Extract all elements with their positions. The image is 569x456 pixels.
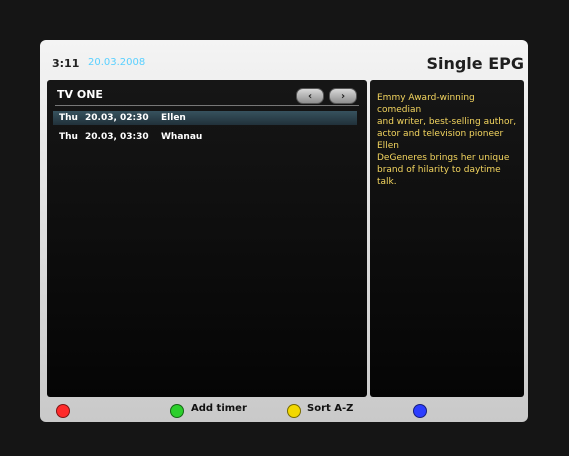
previous-channel-button[interactable]: ‹ — [296, 88, 324, 104]
program-title: Ellen — [161, 113, 186, 123]
program-title: Whanau — [161, 132, 203, 142]
program-row[interactable]: Thu 20.03, 03:30 Whanau — [53, 130, 357, 144]
program-day: Thu — [59, 113, 78, 123]
program-time: 20.03, 02:30 — [85, 113, 149, 123]
program-list-panel: TV ONE ‹ › Thu 20.03, 02:30 Ellen Thu 20… — [47, 80, 367, 397]
sort-a-z-label[interactable]: Sort A-Z — [307, 403, 353, 414]
program-row[interactable]: Thu 20.03, 02:30 Ellen — [53, 111, 357, 125]
next-channel-button[interactable]: › — [329, 88, 357, 104]
add-timer-label[interactable]: Add timer — [191, 403, 247, 414]
program-description-panel: Emmy Award-winning comedian and writer, … — [370, 80, 524, 397]
blue-key-button[interactable] — [413, 404, 427, 418]
chevron-left-icon: ‹ — [307, 90, 313, 102]
list-divider — [55, 105, 359, 106]
red-key-button[interactable] — [56, 404, 70, 418]
header-date: 20.03.2008 — [88, 57, 146, 68]
program-description: Emmy Award-winning comedian and writer, … — [377, 93, 517, 187]
green-key-button[interactable] — [170, 404, 184, 418]
channel-name: TV ONE — [57, 88, 103, 101]
color-key-bar: Add timer Sort A-Z — [40, 399, 528, 421]
clock-time: 3:11 — [52, 57, 80, 70]
program-day: Thu — [59, 132, 78, 142]
chevron-right-icon: › — [340, 90, 346, 102]
program-time: 20.03, 03:30 — [85, 132, 149, 142]
yellow-key-button[interactable] — [287, 404, 301, 418]
page-title: Single EPG — [426, 54, 524, 73]
